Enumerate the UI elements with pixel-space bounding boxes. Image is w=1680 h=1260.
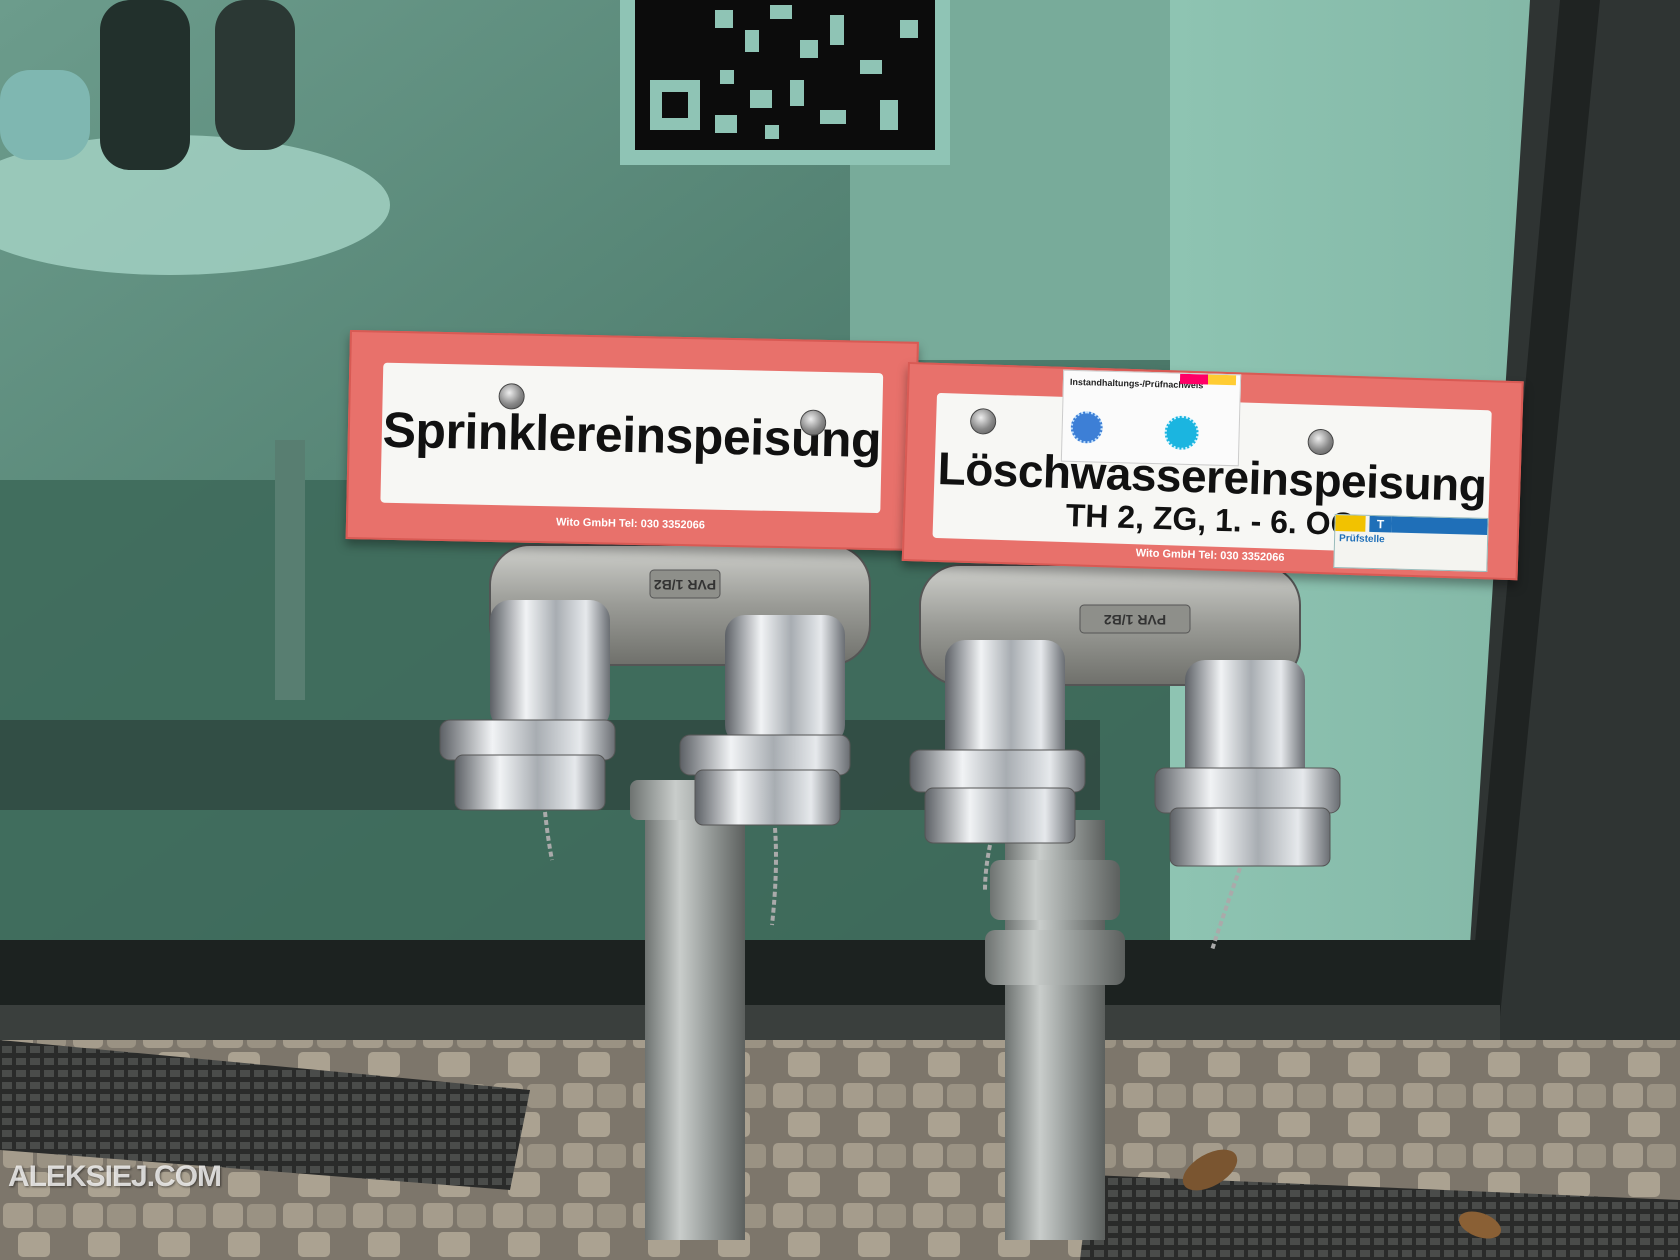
sign-panel: Sprinklereinspeisung (380, 362, 884, 514)
test-tag-badge: T (1369, 515, 1392, 533)
valve-marking-right: PVR 1/B2 (1104, 612, 1166, 628)
watermark: ALEKSIEJ.COM (8, 1160, 222, 1193)
inspection-sticker: Instandhaltungs-/Prüfnachweis (1060, 369, 1242, 467)
sign-maker-text: Wito GmbH Tel: 030 3352066 (555, 516, 706, 532)
test-tag: T Prüfstelle (1333, 513, 1489, 573)
sticker-seal-icon (1070, 410, 1104, 444)
test-tag-color-block (1335, 515, 1366, 532)
test-tag-label: Prüfstelle (1338, 533, 1385, 546)
sticker-color-tab (1179, 373, 1237, 386)
test-tag-strip (1391, 516, 1488, 535)
sign-sprinkler-feed: Sprinklereinspeisung Wito GmbH Tel: 030 … (345, 330, 919, 551)
sticker-seal-icon (1164, 415, 1200, 451)
valve-marking-left: PVR 1/B2 (654, 577, 716, 593)
scene-illustration: PVR 1/B2 PVR 1/B2 (0, 0, 1680, 1260)
